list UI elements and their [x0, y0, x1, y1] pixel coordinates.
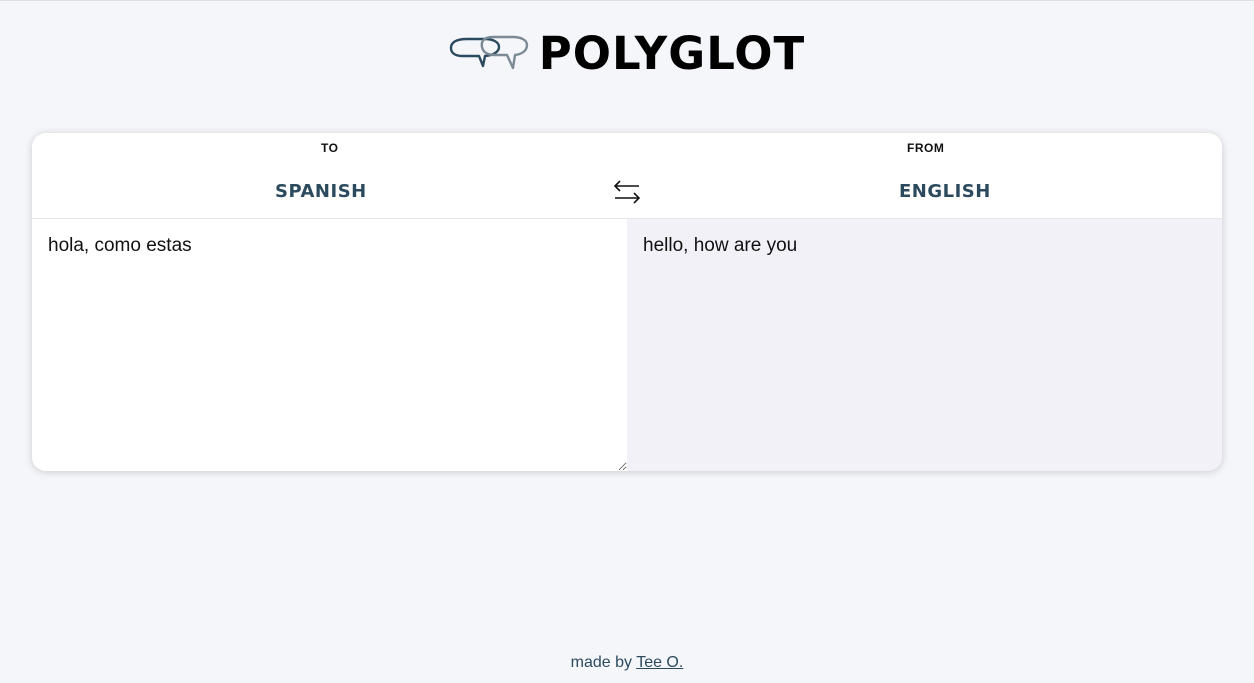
app-title: POLYGLOT	[538, 26, 806, 80]
target-direction-label: FROM	[907, 141, 945, 155]
source-text-input[interactable]: hola, como estas	[32, 219, 627, 471]
translator-card: TO FROM SPANISH ENGLISH hola, como estas…	[32, 133, 1222, 471]
footer-credit: made by	[570, 654, 633, 671]
target-language-select[interactable]: ENGLISH	[899, 181, 991, 202]
footer: made by Tee O.	[0, 654, 1254, 672]
source-direction-label: TO	[321, 141, 339, 155]
author-link[interactable]: Tee O.	[636, 654, 683, 671]
input-pane: hola, como estas	[32, 219, 627, 471]
swap-arrows-icon[interactable]	[612, 179, 642, 205]
app-header: POLYGLOT	[0, 25, 1254, 81]
language-bar: TO FROM SPANISH ENGLISH	[32, 133, 1222, 219]
source-language-select[interactable]: SPANISH	[275, 181, 367, 202]
logo: POLYGLOT	[449, 31, 805, 76]
translated-text: hello, how are you	[643, 235, 798, 256]
speech-bubbles-icon	[449, 35, 528, 70]
output-pane: hello, how are you	[627, 219, 1222, 471]
